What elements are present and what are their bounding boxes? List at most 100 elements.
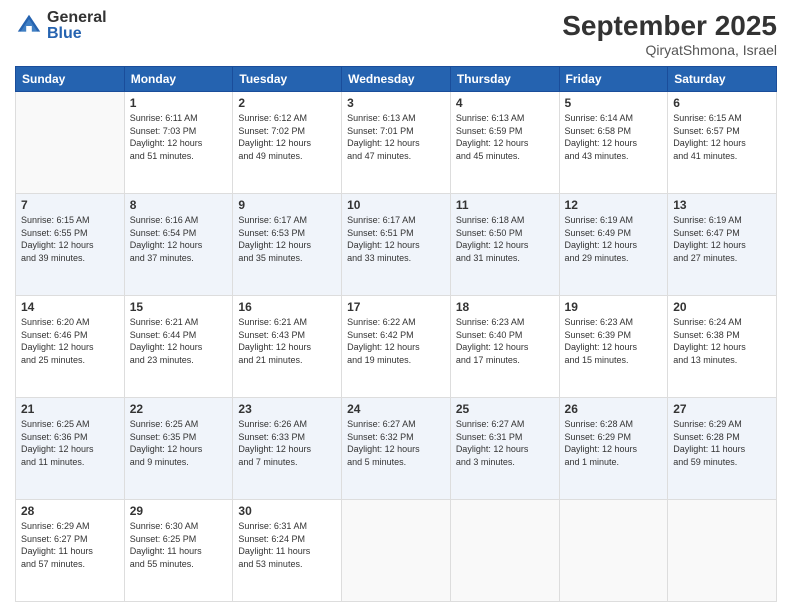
day-info: Sunrise: 6:14 AM Sunset: 6:58 PM Dayligh… <box>565 112 663 162</box>
day-info: Sunrise: 6:21 AM Sunset: 6:43 PM Dayligh… <box>238 316 336 366</box>
table-row: 29 Sunrise: 6:30 AM Sunset: 6:25 PM Dayli… <box>124 500 233 602</box>
day-number: 30 <box>238 504 336 518</box>
table-row: 26 Sunrise: 6:28 AM Sunset: 6:29 PM Dayli… <box>559 398 668 500</box>
day-info: Sunrise: 6:13 AM Sunset: 6:59 PM Dayligh… <box>456 112 554 162</box>
day-info: Sunrise: 6:12 AM Sunset: 7:02 PM Dayligh… <box>238 112 336 162</box>
day-number: 10 <box>347 198 445 212</box>
header-tuesday: Tuesday <box>233 67 342 92</box>
table-row: 6 Sunrise: 6:15 AM Sunset: 6:57 PM Daylig… <box>668 92 777 194</box>
table-row: 30 Sunrise: 6:31 AM Sunset: 6:24 PM Dayli… <box>233 500 342 602</box>
table-row <box>16 92 125 194</box>
day-number: 20 <box>673 300 771 314</box>
day-number: 22 <box>130 402 228 416</box>
day-number: 27 <box>673 402 771 416</box>
logo-icon <box>15 12 43 40</box>
logo: General Blue <box>15 10 107 42</box>
day-number: 26 <box>565 402 663 416</box>
day-info: Sunrise: 6:15 AM Sunset: 6:57 PM Dayligh… <box>673 112 771 162</box>
day-info: Sunrise: 6:17 AM Sunset: 6:53 PM Dayligh… <box>238 214 336 264</box>
calendar-table: Sunday Monday Tuesday Wednesday Thursday… <box>15 66 777 602</box>
calendar-subtitle: QiryatShmona, Israel <box>562 42 777 58</box>
day-number: 3 <box>347 96 445 110</box>
table-row: 24 Sunrise: 6:27 AM Sunset: 6:32 PM Dayli… <box>342 398 451 500</box>
table-row: 4 Sunrise: 6:13 AM Sunset: 6:59 PM Daylig… <box>450 92 559 194</box>
day-info: Sunrise: 6:31 AM Sunset: 6:24 PM Dayligh… <box>238 520 336 570</box>
table-row: 22 Sunrise: 6:25 AM Sunset: 6:35 PM Dayli… <box>124 398 233 500</box>
day-info: Sunrise: 6:25 AM Sunset: 6:36 PM Dayligh… <box>21 418 119 468</box>
header-monday: Monday <box>124 67 233 92</box>
day-number: 15 <box>130 300 228 314</box>
table-row: 16Sunrise: 6:21 AM Sunset: 6:43 PM Dayli… <box>233 296 342 398</box>
table-row: 21 Sunrise: 6:25 AM Sunset: 6:36 PM Dayli… <box>16 398 125 500</box>
day-number: 23 <box>238 402 336 416</box>
table-row: 5 Sunrise: 6:14 AM Sunset: 6:58 PM Daylig… <box>559 92 668 194</box>
day-info: Sunrise: 6:18 AM Sunset: 6:50 PM Dayligh… <box>456 214 554 264</box>
table-row <box>450 500 559 602</box>
table-row: 14Sunrise: 6:20 AM Sunset: 6:46 PM Dayli… <box>16 296 125 398</box>
day-number: 8 <box>130 198 228 212</box>
calendar-week-row: 21 Sunrise: 6:25 AM Sunset: 6:36 PM Dayli… <box>16 398 777 500</box>
table-row: 18 Sunrise: 6:23 AM Sunset: 6:40 PM Dayli… <box>450 296 559 398</box>
table-row <box>559 500 668 602</box>
day-info: Sunrise: 6:16 AM Sunset: 6:54 PM Dayligh… <box>130 214 228 264</box>
calendar-week-row: 1 Sunrise: 6:11 AM Sunset: 7:03 PM Daylig… <box>16 92 777 194</box>
table-row: 17 Sunrise: 6:22 AM Sunset: 6:42 PM Dayli… <box>342 296 451 398</box>
title-block: September 2025 QiryatShmona, Israel <box>562 10 777 58</box>
logo-general: General <box>47 10 107 26</box>
table-row: 2 Sunrise: 6:12 AM Sunset: 7:02 PM Daylig… <box>233 92 342 194</box>
day-info: Sunrise: 6:27 AM Sunset: 6:32 PM Dayligh… <box>347 418 445 468</box>
page: General Blue September 2025 QiryatShmona… <box>0 0 792 612</box>
table-row: 13 Sunrise: 6:19 AM Sunset: 6:47 PM Dayli… <box>668 194 777 296</box>
day-number: 18 <box>456 300 554 314</box>
calendar-week-row: 14Sunrise: 6:20 AM Sunset: 6:46 PM Dayli… <box>16 296 777 398</box>
day-number: 5 <box>565 96 663 110</box>
day-number: 13 <box>673 198 771 212</box>
table-row <box>342 500 451 602</box>
day-info: Sunrise: 6:17 AM Sunset: 6:51 PM Dayligh… <box>347 214 445 264</box>
table-row: 11 Sunrise: 6:18 AM Sunset: 6:50 PM Dayli… <box>450 194 559 296</box>
day-number: 4 <box>456 96 554 110</box>
day-number: 17 <box>347 300 445 314</box>
table-row <box>668 500 777 602</box>
table-row: 23Sunrise: 6:26 AM Sunset: 6:33 PM Dayli… <box>233 398 342 500</box>
day-number: 11 <box>456 198 554 212</box>
header-saturday: Saturday <box>668 67 777 92</box>
table-row: 3 Sunrise: 6:13 AM Sunset: 7:01 PM Daylig… <box>342 92 451 194</box>
calendar-title: September 2025 <box>562 10 777 42</box>
day-info: Sunrise: 6:25 AM Sunset: 6:35 PM Dayligh… <box>130 418 228 468</box>
day-number: 6 <box>673 96 771 110</box>
day-info: Sunrise: 6:19 AM Sunset: 6:47 PM Dayligh… <box>673 214 771 264</box>
table-row: 8 Sunrise: 6:16 AM Sunset: 6:54 PM Daylig… <box>124 194 233 296</box>
day-info: Sunrise: 6:29 AM Sunset: 6:28 PM Dayligh… <box>673 418 771 468</box>
header-thursday: Thursday <box>450 67 559 92</box>
logo-blue: Blue <box>47 26 107 42</box>
day-number: 12 <box>565 198 663 212</box>
day-info: Sunrise: 6:30 AM Sunset: 6:25 PM Dayligh… <box>130 520 228 570</box>
day-info: Sunrise: 6:24 AM Sunset: 6:38 PM Dayligh… <box>673 316 771 366</box>
calendar-week-row: 28 Sunrise: 6:29 AM Sunset: 6:27 PM Dayli… <box>16 500 777 602</box>
day-number: 14 <box>21 300 119 314</box>
day-info: Sunrise: 6:23 AM Sunset: 6:40 PM Dayligh… <box>456 316 554 366</box>
day-info: Sunrise: 6:11 AM Sunset: 7:03 PM Dayligh… <box>130 112 228 162</box>
header: General Blue September 2025 QiryatShmona… <box>15 10 777 58</box>
table-row: 20 Sunrise: 6:24 AM Sunset: 6:38 PM Dayli… <box>668 296 777 398</box>
day-number: 24 <box>347 402 445 416</box>
day-info: Sunrise: 6:22 AM Sunset: 6:42 PM Dayligh… <box>347 316 445 366</box>
table-row: 25Sunrise: 6:27 AM Sunset: 6:31 PM Dayli… <box>450 398 559 500</box>
header-friday: Friday <box>559 67 668 92</box>
day-info: Sunrise: 6:13 AM Sunset: 7:01 PM Dayligh… <box>347 112 445 162</box>
table-row: 15Sunrise: 6:21 AM Sunset: 6:44 PM Dayli… <box>124 296 233 398</box>
day-number: 29 <box>130 504 228 518</box>
day-info: Sunrise: 6:29 AM Sunset: 6:27 PM Dayligh… <box>21 520 119 570</box>
day-number: 2 <box>238 96 336 110</box>
day-number: 7 <box>21 198 119 212</box>
day-number: 21 <box>21 402 119 416</box>
day-number: 28 <box>21 504 119 518</box>
day-info: Sunrise: 6:15 AM Sunset: 6:55 PM Dayligh… <box>21 214 119 264</box>
table-row: 1 Sunrise: 6:11 AM Sunset: 7:03 PM Daylig… <box>124 92 233 194</box>
day-number: 25 <box>456 402 554 416</box>
day-number: 19 <box>565 300 663 314</box>
day-number: 1 <box>130 96 228 110</box>
table-row: 12Sunrise: 6:19 AM Sunset: 6:49 PM Dayli… <box>559 194 668 296</box>
day-info: Sunrise: 6:28 AM Sunset: 6:29 PM Dayligh… <box>565 418 663 468</box>
